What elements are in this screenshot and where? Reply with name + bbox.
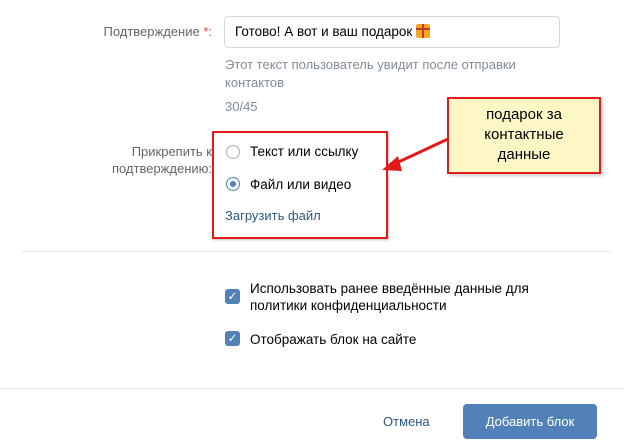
annotation-line1: подарок за [486,106,562,123]
confirmation-input-value: Готово! А вот и ваш подарок [235,24,413,39]
upload-file-link[interactable]: Загрузить файл [225,208,321,223]
cancel-button[interactable]: Отмена [383,414,430,429]
privacy-label-line2: политики конфиденциальности [250,298,447,313]
checkbox-use-privacy-data[interactable]: ✓ [225,289,240,304]
annotation-line3: данные [497,146,551,163]
attach-label-line2: подтверждению: [111,161,212,176]
radio-file-or-video-label[interactable]: Файл или видео [250,177,351,192]
annotation-arrow [382,137,449,171]
required-mark: *: [203,24,212,39]
attach-label-line1: Прикрепить к [131,144,212,159]
annotation-note: подарок за контактные данные [447,97,601,174]
checkbox-show-block-label[interactable]: Отображать блок на сайте [250,331,416,348]
checkbox-show-block[interactable]: ✓ [225,331,240,346]
attach-label: Прикрепить к подтверждению: [40,143,212,177]
privacy-label-line1: Использовать ранее введённые данные для [250,281,529,296]
confirmation-input[interactable]: Готово! А вот и ваш подарок [224,16,560,48]
gift-icon [416,24,431,38]
footer-divider [0,388,624,389]
radio-text-or-link[interactable] [226,145,240,159]
section-divider [22,251,612,252]
annotation-line2: контактные [484,126,564,143]
char-counter: 30/45 [225,99,258,114]
confirmation-hint-line2: контактов [225,75,285,90]
checkbox-use-privacy-data-label[interactable]: Использовать ранее введённые данные для … [250,280,610,314]
add-block-button[interactable]: Добавить блок [463,404,597,439]
confirmation-label: Подтверждение *: [40,23,212,40]
confirmation-hint: Этот текст пользователь увидит после отп… [225,56,565,92]
radio-file-or-video[interactable] [226,177,240,191]
confirmation-hint-line1: Этот текст пользователь увидит после отп… [225,57,516,72]
confirmation-label-text: Подтверждение [103,24,200,39]
radio-text-or-link-label[interactable]: Текст или ссылку [250,144,358,159]
